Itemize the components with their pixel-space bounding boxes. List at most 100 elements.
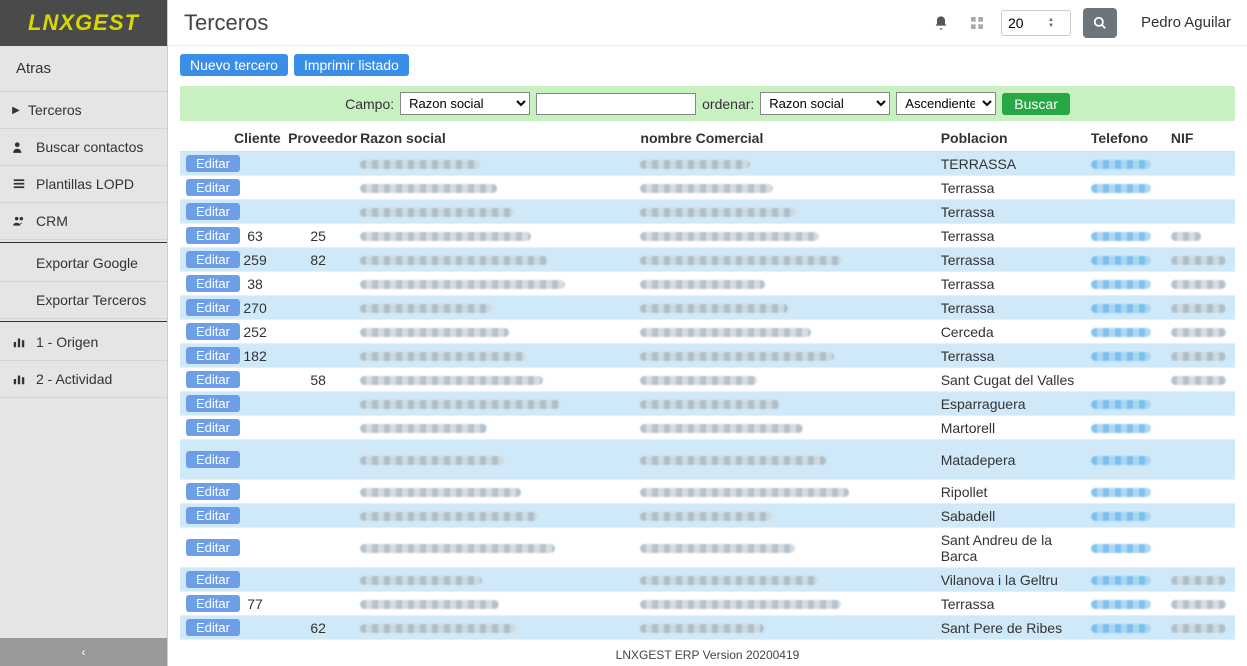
page-size-input[interactable]: [1008, 15, 1048, 31]
cell-nombre: [634, 272, 934, 296]
user-name[interactable]: Pedro Aguilar: [1129, 14, 1231, 31]
cell-proveedor: 82: [282, 248, 354, 272]
filter-text-input[interactable]: [536, 93, 696, 115]
table-row: Editar 38 Terrassa: [180, 272, 1235, 296]
cell-nif: [1165, 344, 1235, 368]
table-row: Editar Terrassa: [180, 176, 1235, 200]
sidebar-item-label: Buscar contactos: [36, 139, 143, 155]
cell-poblacion: Terrassa: [935, 200, 1085, 224]
cell-poblacion: Terrassa: [935, 296, 1085, 320]
cell-nombre: [634, 416, 934, 440]
ordenar-select[interactable]: Razon social: [760, 92, 890, 115]
edit-button[interactable]: Editar: [186, 299, 240, 316]
edit-button[interactable]: Editar: [186, 483, 240, 500]
sidebar-item-label: CRM: [36, 213, 68, 229]
sidebar-item-origen[interactable]: 1 - Origen: [0, 324, 167, 361]
direction-select[interactable]: Ascendiente: [896, 92, 996, 115]
table-row: Editar 259 82 Terrassa: [180, 248, 1235, 272]
cell-nombre: [634, 616, 934, 640]
cell-telefono: [1085, 320, 1165, 344]
logo-text: LNXGEST: [28, 10, 139, 36]
cell-razon: [354, 568, 634, 592]
cell-poblacion: Terrassa: [935, 344, 1085, 368]
edit-button[interactable]: Editar: [186, 595, 240, 612]
cell-razon: [354, 416, 634, 440]
cell-proveedor: [282, 480, 354, 504]
buscar-button[interactable]: Buscar: [1002, 93, 1070, 115]
table-header-row: Cliente Proveedor Razon social nombre Co…: [180, 125, 1235, 152]
new-third-party-button[interactable]: Nuevo tercero: [180, 54, 288, 76]
cell-razon: [354, 616, 634, 640]
th-cliente: Cliente: [228, 125, 282, 152]
edit-button[interactable]: Editar: [186, 155, 240, 172]
cell-telefono: [1085, 272, 1165, 296]
cell-razon: [354, 344, 634, 368]
sidebar-item-crm[interactable]: CRM: [0, 203, 167, 240]
sidebar-item-exportar-google[interactable]: Exportar Google: [0, 245, 167, 282]
table-row: Editar 270 Terrassa: [180, 296, 1235, 320]
edit-button[interactable]: Editar: [186, 395, 240, 412]
bell-icon[interactable]: [929, 11, 953, 35]
table-row: Editar Sant Andreu de la Barca: [180, 528, 1235, 568]
cell-nombre: [634, 592, 934, 616]
chevron-left-icon: ‹: [82, 645, 86, 659]
cell-telefono: [1085, 440, 1165, 480]
footer-version: LNXGEST ERP Version 20200419: [168, 644, 1247, 666]
table-row: Editar Ripollet: [180, 480, 1235, 504]
sidebar-item-terceros[interactable]: ▶ Terceros: [0, 92, 167, 129]
cell-razon: [354, 528, 634, 568]
edit-button[interactable]: Editar: [186, 179, 240, 196]
edit-button[interactable]: Editar: [186, 571, 240, 588]
spinner-icon[interactable]: ▲▼: [1048, 17, 1054, 29]
sidebar-item-exportar-terceros[interactable]: Exportar Terceros: [0, 282, 167, 319]
sidebar-item-plantillas[interactable]: Plantillas LOPD: [0, 166, 167, 203]
edit-button[interactable]: Editar: [186, 251, 240, 268]
edit-button[interactable]: Editar: [186, 619, 240, 636]
edit-button[interactable]: Editar: [186, 507, 240, 524]
th-telefono: Telefono: [1085, 125, 1165, 152]
cell-razon: [354, 504, 634, 528]
th-nombre: nombre Comercial: [634, 125, 934, 152]
caret-icon: ▶: [12, 105, 20, 116]
cell-proveedor: [282, 200, 354, 224]
cell-telefono: [1085, 176, 1165, 200]
edit-button[interactable]: Editar: [186, 275, 240, 292]
cell-poblacion: TERRASSA: [935, 152, 1085, 176]
edit-button[interactable]: Editar: [186, 451, 240, 468]
print-list-button[interactable]: Imprimir listado: [294, 54, 409, 76]
cell-poblacion: Terrassa: [935, 224, 1085, 248]
cell-nombre: [634, 440, 934, 480]
cell-nif: [1165, 248, 1235, 272]
cell-nif: [1165, 200, 1235, 224]
download-icon: [12, 293, 28, 307]
cell-poblacion: Sant Cugat del Valles: [935, 368, 1085, 392]
cell-nif: [1165, 616, 1235, 640]
users-icon: [12, 140, 28, 154]
sidebar-collapse-button[interactable]: ‹: [0, 638, 167, 666]
campo-label: Campo:: [345, 96, 394, 112]
cell-telefono: [1085, 152, 1165, 176]
edit-button[interactable]: Editar: [186, 227, 240, 244]
sidebar-item-buscar-contactos[interactable]: Buscar contactos: [0, 129, 167, 166]
separator: [0, 321, 167, 322]
edit-button[interactable]: Editar: [186, 539, 240, 556]
search-button[interactable]: [1083, 8, 1117, 38]
table-row: Editar Esparraguera: [180, 392, 1235, 416]
cell-poblacion: Ripollet: [935, 480, 1085, 504]
cell-telefono: [1085, 592, 1165, 616]
table-row: Editar Martorell: [180, 416, 1235, 440]
edit-button[interactable]: Editar: [186, 323, 240, 340]
cell-proveedor: 25: [282, 224, 354, 248]
cell-proveedor: [282, 504, 354, 528]
sidebar-back[interactable]: Atras: [0, 46, 167, 92]
edit-button[interactable]: Editar: [186, 203, 240, 220]
edit-button[interactable]: Editar: [186, 419, 240, 436]
campo-select[interactable]: Razon social: [400, 92, 530, 115]
grid-icon[interactable]: [965, 11, 989, 35]
edit-button[interactable]: Editar: [186, 371, 240, 388]
list-icon: [12, 177, 28, 191]
cell-nombre: [634, 528, 934, 568]
edit-button[interactable]: Editar: [186, 347, 240, 364]
cell-poblacion: Martorell: [935, 416, 1085, 440]
sidebar-item-actividad[interactable]: 2 - Actividad: [0, 361, 167, 398]
